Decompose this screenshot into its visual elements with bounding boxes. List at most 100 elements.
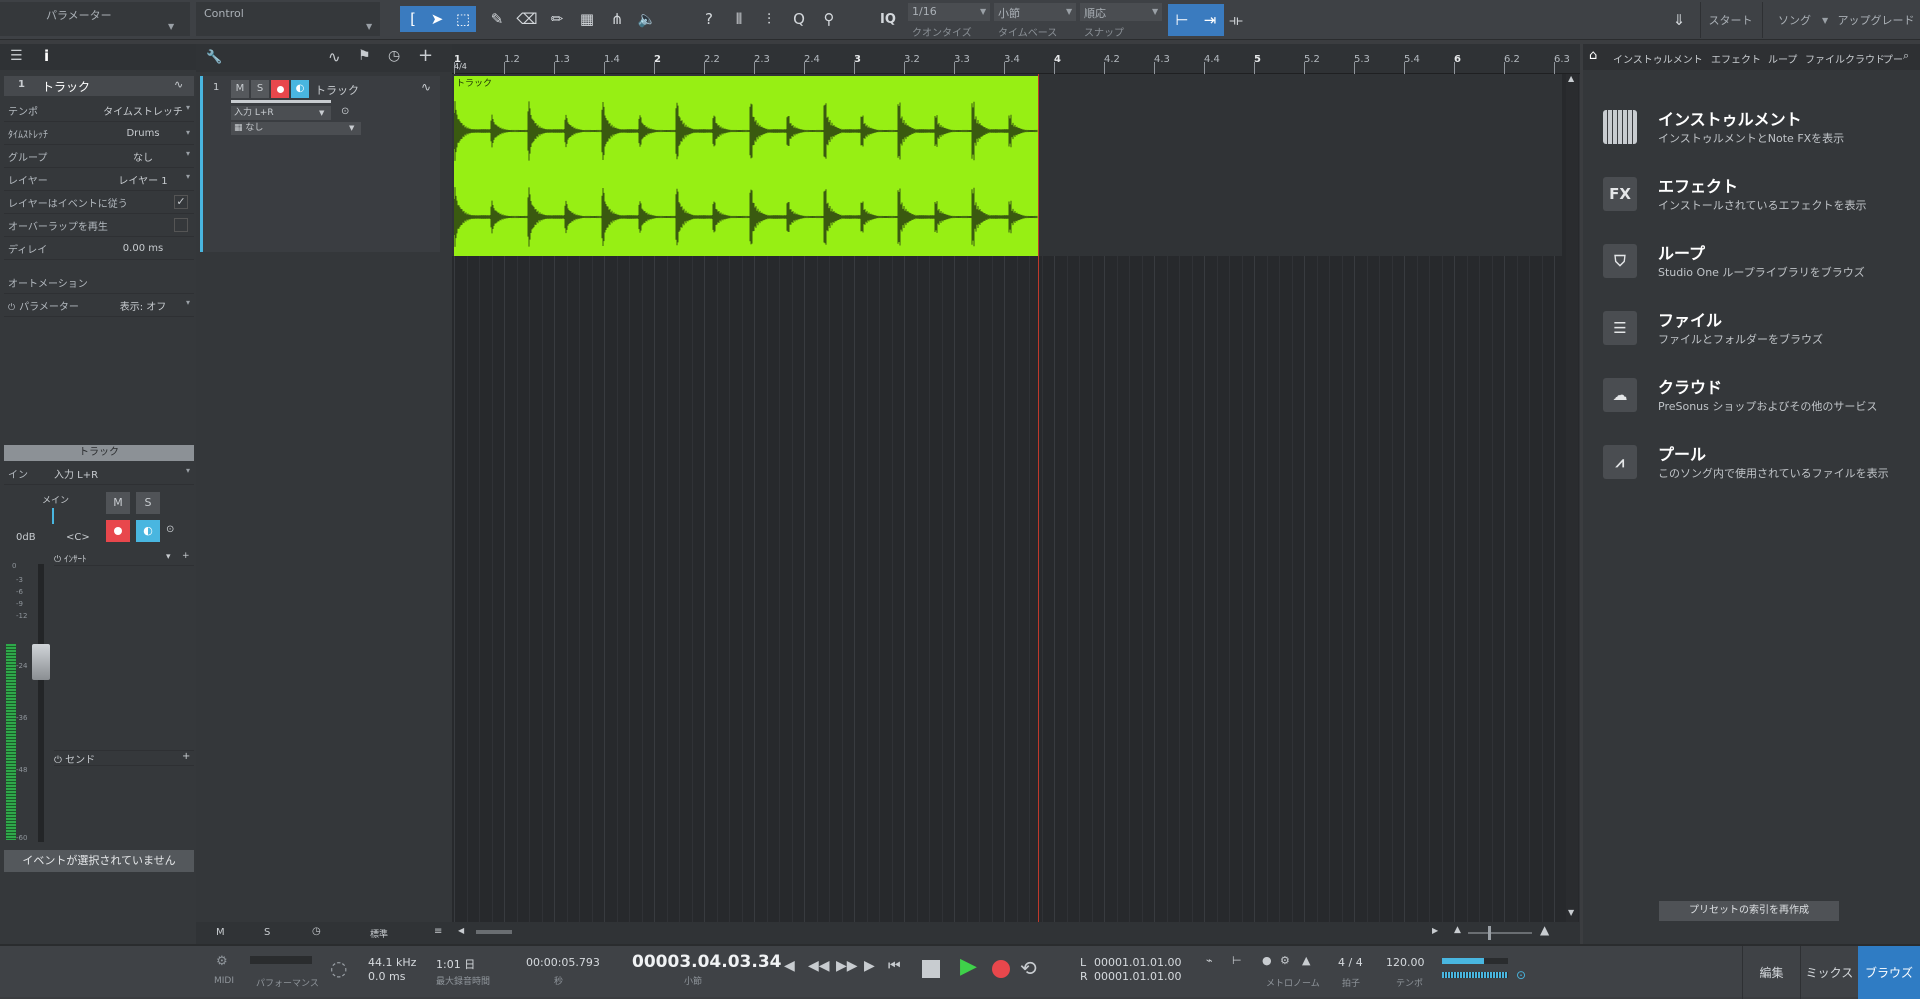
tempo[interactable]: 120.00 <box>1386 956 1425 969</box>
track-toggle-icon[interactable]: ⊙ <box>341 106 349 117</box>
tab-loops[interactable]: ループ <box>1768 51 1797 66</box>
channel-solo-button[interactable]: S <box>136 492 160 514</box>
audio-bend-icon[interactable]: ⫴ <box>726 6 752 32</box>
delay-row[interactable]: ディレイ 0.00 ms <box>4 238 194 260</box>
overlap-row[interactable]: オーバーラップを再生 <box>4 215 194 237</box>
bend-markers-icon[interactable]: ⫶ <box>756 6 782 32</box>
channel-toggle-icon[interactable]: ⊙ <box>166 524 186 538</box>
timeline[interactable]: 1 1.2 1.3 1.4 2 2.2 2.3 2.4 3 3.2 3.3 3.4 4 4.2 4.3 4.4… <box>452 44 1580 944</box>
parameter-row[interactable]: ⏻ パラメーター 表示: オフ <box>4 295 194 317</box>
paint-tool-icon[interactable]: ✏ <box>544 6 570 32</box>
play-button[interactable]: ▶ <box>960 954 977 979</box>
listen-tool-icon[interactable]: 🔈 <box>634 6 660 32</box>
eraser-tool-icon[interactable]: ⌫ <box>514 6 540 32</box>
tab-cloud[interactable]: クラウド <box>1845 51 1885 66</box>
wrench-icon[interactable]: 🔧 <box>206 50 222 65</box>
inserts-header[interactable]: ⏻ ｲﾝｻｰﾄ ▾ + <box>54 551 194 566</box>
clock-icon[interactable]: ◷ <box>388 48 400 64</box>
loop-left-value[interactable]: 00001.01.01.00 <box>1094 956 1181 969</box>
browser-item-files[interactable]: ☰ ファイル ファイルとフォルダーをブラウズ <box>1603 307 1903 367</box>
browser-item-cloud[interactable]: ☁ クラウド PreSonus ショップおよびその他のサービス <box>1603 374 1903 434</box>
browser-item-pool[interactable]: ⩘ プール このソング内で使用されているファイルを表示 <box>1603 441 1903 501</box>
stop-button[interactable] <box>922 960 940 978</box>
inspector-row-tempo[interactable]: テンポ タイムストレッチ <box>4 100 194 122</box>
scroll-right-icon[interactable]: ▶ <box>1432 926 1438 935</box>
track-name[interactable]: トラック <box>315 82 359 98</box>
master-volume-slider[interactable] <box>1442 958 1508 964</box>
bars-time[interactable]: 00003.04.03.34 <box>632 952 782 972</box>
add-send-icon[interactable]: + <box>182 751 190 762</box>
global-mute-button[interactable]: M <box>216 927 225 938</box>
marker-icon[interactable]: ⚑ <box>358 48 371 64</box>
quantize-icon[interactable]: Q <box>786 6 812 32</box>
pan-value[interactable]: <C> <box>66 532 90 543</box>
tab-pool[interactable]: プー <box>1883 51 1903 66</box>
playhead[interactable] <box>1038 74 1039 922</box>
track-sub-dropdown[interactable]: ▦ なし ▼ <box>231 122 361 135</box>
add-insert-icon[interactable]: + <box>182 551 190 561</box>
edit-tab-button[interactable]: 編集 <box>1742 946 1800 999</box>
search-icon[interactable]: ⌕ <box>1903 49 1909 63</box>
power-icon[interactable]: ⏻ <box>8 303 15 313</box>
upgrade-button[interactable]: アップグレード <box>1834 2 1918 38</box>
download-icon[interactable]: ⇓ <box>1666 7 1692 33</box>
menu-icon[interactable]: ☰ <box>10 48 23 64</box>
layers-follow-row[interactable]: レイヤーはイベントに従う ✓ <box>4 192 194 214</box>
inspector-row-layer[interactable]: レイヤー レイヤー 1 <box>4 169 194 191</box>
tab-files[interactable]: ファイル <box>1805 51 1845 66</box>
iq-label[interactable]: IQ <box>880 12 896 27</box>
tab-effects[interactable]: エフェクト <box>1711 51 1761 66</box>
fast-forward-icon[interactable]: ▶▶ <box>836 958 858 974</box>
ruler[interactable]: 1 1.2 1.3 1.4 2 2.2 2.3 2.4 3 3.2 3.3 3.4 4 4.2 4.3 4.4… <box>452 44 1580 74</box>
scroll-down-icon[interactable]: ▼ <box>1568 908 1574 917</box>
channel-record-button[interactable] <box>106 520 130 542</box>
power-icon[interactable]: ⏻ <box>54 555 64 565</box>
view-mode-dropdown[interactable]: 標準 <box>370 927 388 940</box>
time-signature[interactable]: 4 / 4 <box>1338 956 1363 969</box>
audio-event[interactable]: トラック <box>454 76 1038 256</box>
help-icon[interactable]: ? <box>696 6 722 32</box>
output-toggle-icon[interactable]: ⊙ <box>1516 968 1526 982</box>
browser-item-loops[interactable]: ⛉ ループ Studio One ループライブラリをブラウズ <box>1603 240 1903 300</box>
track-record-button[interactable] <box>271 80 289 98</box>
inspector-row-group[interactable]: グループ なし <box>4 146 194 168</box>
overlap-checkbox[interactable] <box>174 218 188 232</box>
split-tool-icon[interactable]: ✎ <box>484 6 510 32</box>
track-header[interactable]: 1 M S ◐ トラック ∿ 入力 L+R ▼ ⊙ ▦ なし ▼ <box>200 76 440 252</box>
record-button[interactable] <box>992 960 1010 978</box>
browser-item-effects[interactable]: FX エフェクト インストールされているエフェクトを表示 <box>1603 173 1903 233</box>
song-chevron-icon[interactable]: ▼ <box>1822 16 1828 25</box>
inspector-track-header[interactable]: 1 トラック ∿ <box>4 76 194 96</box>
list-icon[interactable]: ≡ <box>434 926 442 937</box>
channel-mute-button[interactable]: M <box>106 492 130 514</box>
precount-icon[interactable]: ⌁ <box>1206 954 1213 967</box>
global-solo-button[interactable]: S <box>264 927 270 938</box>
zoom-in-icon[interactable]: ▲ <box>1540 923 1549 937</box>
mute-tool-icon[interactable]: ▦ <box>574 6 600 32</box>
start-button[interactable]: スタート <box>1700 2 1760 38</box>
metronome-dot-icon[interactable]: ● <box>1262 954 1272 967</box>
quantize-dropdown[interactable]: 1/16 ▼ <box>908 3 990 21</box>
snap-grid-icon[interactable]: ⊢ <box>1168 4 1196 36</box>
snap-events-icon[interactable]: ⇥ <box>1196 4 1224 36</box>
inspector-row-timestretch[interactable]: ﾀｲﾑｽﾄﾚｯﾁ Drums <box>4 123 194 145</box>
range-bracket-icon[interactable]: [ <box>400 6 426 32</box>
tab-instruments[interactable]: インストゥルメント <box>1613 51 1703 66</box>
rewind-icon[interactable]: ◀◀ <box>808 958 830 974</box>
add-track-icon[interactable]: + <box>418 45 433 66</box>
sends-header[interactable]: ⏻ センド + <box>54 750 194 766</box>
range-tool-icon[interactable]: ⬚ <box>450 6 476 32</box>
snap-dropdown[interactable]: 順応 ▼ <box>1080 3 1162 21</box>
info-icon[interactable]: i <box>44 47 49 65</box>
layers-follow-checkbox[interactable]: ✓ <box>174 195 188 209</box>
volume-fader-handle[interactable] <box>32 644 50 680</box>
horizontal-scrollbar-thumb[interactable] <box>476 930 512 934</box>
automation-icon[interactable]: ∿ <box>328 48 341 66</box>
scroll-up-icon[interactable]: ▲ <box>1568 74 1574 83</box>
browser-item-instruments[interactable]: インストゥルメント インストゥルメントとNote FXを表示 <box>1603 106 1903 166</box>
metronome-settings-icon[interactable]: ⚙ <box>1280 954 1290 967</box>
arrow-tool-icon[interactable]: ➤ <box>424 6 450 32</box>
metronome-icon[interactable]: ▲ <box>1302 954 1310 967</box>
parameter-dropdown[interactable]: パラメーター ▼ <box>0 2 190 36</box>
track-monitor-button[interactable]: ◐ <box>291 80 309 98</box>
